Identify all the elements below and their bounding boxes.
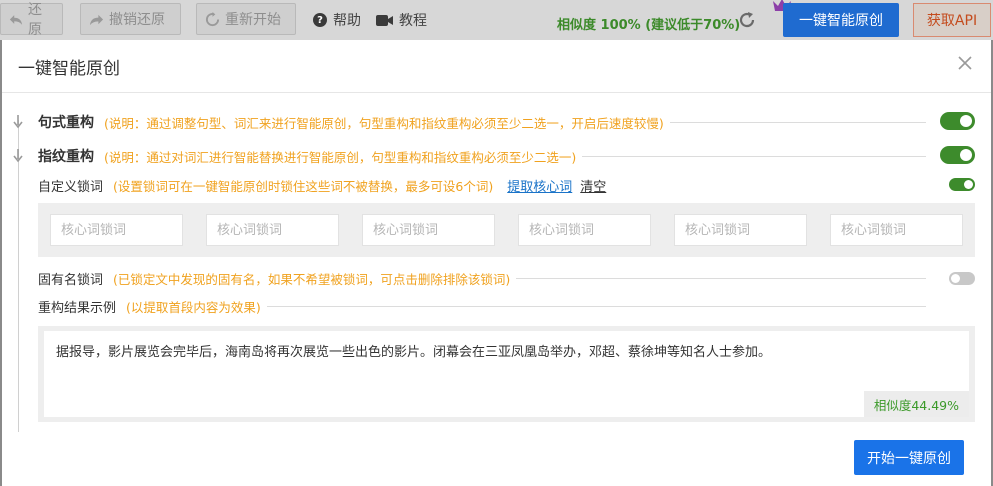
redo-button[interactable]: 撤销还原	[80, 3, 181, 35]
result-preview: 据报导，影片展览会完毕后，海南岛将再次展览一些出色的影片。闭幕会在三亚凤凰岛举办…	[44, 331, 969, 417]
refresh-icon[interactable]	[738, 11, 756, 29]
proper-noun-lock-toggle[interactable]	[949, 272, 975, 285]
proper-noun-lock-note: (已锁定文中发现的固有名，如果不希望被锁词，可点击删除排除该锁词)	[113, 271, 511, 287]
custom-lock-row: 自定义锁词 (设置锁词可在一键智能原创时锁住这些词不被替换，最多可设6个词) 提…	[38, 176, 606, 195]
video-icon	[376, 14, 393, 26]
result-similarity-badge: 相似度44.49%	[863, 391, 969, 417]
keyword-input-4[interactable]	[518, 214, 651, 246]
fingerprint-rebuild-toggle[interactable]	[940, 146, 975, 164]
keyword-input-1[interactable]	[50, 214, 183, 246]
top-toolbar: 还原 撤销还原 重新开始 ? 帮助 教程 相似度 100% (建议低于70%) …	[0, 0, 993, 40]
restart-label: 重新开始	[225, 12, 281, 28]
divider	[516, 277, 926, 279]
tutorial-label: 教程	[399, 13, 427, 29]
arrow-down-icon	[13, 115, 23, 129]
undo-button[interactable]: 还原	[0, 2, 63, 38]
result-example-label: 重构结果示例	[38, 300, 117, 316]
custom-lock-note: (设置锁词可在一键智能原创时锁住这些词不被替换，最多可设6个词)	[113, 178, 494, 194]
similarity-indicator: 相似度 100% (建议低于70%)	[557, 18, 741, 33]
smart-original-button[interactable]: 一键智能原创	[783, 3, 899, 37]
help-label: 帮助	[333, 13, 361, 29]
sentence-rebuild-note: (说明：通过调整句型、词汇来进行智能原创，句型重构和指纹重构必须至少二选一，开启…	[104, 115, 664, 131]
restart-button[interactable]: 重新开始	[196, 3, 296, 35]
tree-connector	[18, 120, 19, 432]
keyword-input-2[interactable]	[206, 214, 339, 246]
restart-icon	[205, 11, 220, 26]
custom-lock-label: 自定义锁词	[38, 179, 104, 195]
fingerprint-rebuild-title: 指纹重构	[38, 149, 94, 165]
start-original-button[interactable]: 开始一键原创	[854, 440, 964, 475]
result-example-note: (以提取首段内容为效果)	[126, 299, 261, 315]
sentence-rebuild-title: 句式重构	[38, 115, 94, 131]
divider	[266, 305, 926, 307]
tutorial-link[interactable]: 教程	[376, 10, 427, 30]
smart-original-modal: 一键智能原创 句式重构 (说明：通过调整句型、词汇来进行智能原创，句型重构和指纹…	[2, 40, 991, 486]
custom-lock-toggle[interactable]	[949, 178, 975, 191]
divider	[582, 155, 926, 157]
undo-icon	[9, 14, 23, 25]
close-icon[interactable]	[957, 55, 973, 71]
clear-link[interactable]: 清空	[580, 176, 606, 195]
keyword-lock-panel	[38, 203, 975, 257]
question-icon: ?	[313, 13, 327, 27]
result-panel: 据报导，影片展览会完毕后，海南岛将再次展览一些出色的影片。闭幕会在三亚凤凰岛举办…	[38, 326, 975, 422]
get-api-button[interactable]: 获取API	[913, 3, 991, 37]
undo-label: 还原	[27, 2, 42, 38]
help-link[interactable]: ? 帮助	[313, 10, 361, 30]
keyword-input-5[interactable]	[674, 214, 807, 246]
keyword-input-6[interactable]	[830, 214, 963, 246]
modal-title: 一键智能原创	[18, 58, 120, 79]
redo-icon	[89, 14, 104, 25]
fingerprint-rebuild-row: 指纹重构 (说明：通过对词汇进行智能替换进行智能原创，句型重构和指纹重构必须至少…	[38, 146, 938, 166]
redo-label: 撤销还原	[109, 12, 165, 28]
keyword-input-3[interactable]	[362, 214, 495, 246]
fingerprint-rebuild-note: (说明：通过对词汇进行智能替换进行智能原创，句型重构和指纹重构必须至少二选一)	[104, 149, 577, 165]
result-example-row: 重构结果示例 (以提取首段内容为效果)	[38, 297, 938, 316]
divider	[669, 121, 926, 123]
proper-noun-lock-row: 固有名锁词 (已锁定文中发现的固有名，如果不希望被锁词，可点击删除排除该锁词)	[38, 269, 938, 288]
modal-header: 一键智能原创	[2, 40, 991, 93]
arrow-down-icon	[13, 149, 23, 163]
sentence-rebuild-row: 句式重构 (说明：通过调整句型、词汇来进行智能原创，句型重构和指纹重构必须至少二…	[38, 112, 938, 132]
extract-keywords-link[interactable]: 提取核心词	[507, 176, 572, 195]
proper-noun-lock-label: 固有名锁词	[38, 272, 104, 288]
result-text: 据报导，影片展览会完毕后，海南岛将再次展览一些出色的影片。闭幕会在三亚凤凰岛举办…	[56, 345, 772, 360]
sentence-rebuild-toggle[interactable]	[940, 112, 975, 130]
